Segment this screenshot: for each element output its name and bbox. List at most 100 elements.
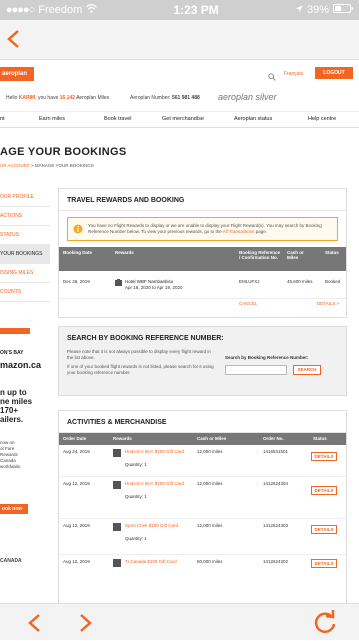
order-details-button[interactable]: DETAILS <box>311 486 337 495</box>
activities-title: ACTIVITIES & MERCHANDISE <box>59 411 346 433</box>
search-booking-card: SEARCH BY BOOKING REFERENCE NUMBER: Plea… <box>58 326 347 396</box>
cancel-link[interactable]: CANCEL <box>239 301 257 306</box>
notice-end: page. <box>255 229 268 234</box>
hello-mid: , you have <box>35 95 59 101</box>
back-chevron-icon[interactable] <box>6 29 20 54</box>
miles-balance: 16,142 <box>59 95 75 101</box>
col-order-no: Order No. <box>263 436 284 441</box>
booking-actions: CANCEL DETAILS > <box>59 299 346 309</box>
travel-rewards-card: TRAVEL REWARDS AND BOOKING You have no F… <box>58 188 347 318</box>
order-item[interactable]: Sport Chek $100 Gift Card <box>125 523 185 528</box>
order-number: 1412624302 <box>263 559 289 564</box>
order-quantity: Quantity: 1 <box>125 536 147 541</box>
travel-table-header: Booking Date Rewards Booking Reference /… <box>59 247 346 271</box>
col-rewards: Rewards <box>115 250 134 255</box>
booking-reference-input[interactable] <box>225 365 287 375</box>
battery-label: 39% <box>306 4 329 16</box>
status-brand: aeroplan silver <box>218 92 277 102</box>
order-date: Aug 24, 2019 <box>63 449 90 454</box>
nav-item-help-centre[interactable]: Help centre <box>308 116 336 122</box>
col-status: Status <box>325 250 339 255</box>
order-row: Aug 24, 2019 Hudson's BAY $100 Gift Card… <box>59 445 346 477</box>
gift-card-icon <box>113 523 121 531</box>
notice-text: You have no Flight Rewards to display or… <box>88 223 322 234</box>
web-page: aeroplan Français LOGOUT Hello KARIM, yo… <box>0 60 359 603</box>
forward-arrow-icon[interactable] <box>79 613 93 638</box>
col-cash-or-miles: Cash or Miles <box>287 250 304 260</box>
order-miles: 12,000 miles <box>197 449 223 454</box>
breadcrumb-separator: > <box>30 163 34 168</box>
order-row: Aug 12, 2019 Hudson's BAY $100 Gift Card… <box>59 477 346 519</box>
search-title: SEARCH BY BOOKING REFERENCE NUMBER: <box>67 335 224 342</box>
search-note-1: Please note that it is not always possib… <box>67 349 211 360</box>
sidebar-item-bookings[interactable]: YOUR BOOKINGS <box>0 245 50 264</box>
booking-row: Dec 26, 2019 Hotel WBF Nambaebisu Apr 16… <box>59 271 346 299</box>
ad-headline-1: n up to <box>0 388 27 397</box>
order-details-button[interactable]: DETAILS <box>311 559 337 568</box>
order-item[interactable]: Hudson's BAY $100 Gift Card <box>125 481 185 486</box>
order-miles: 12,000 miles <box>197 523 223 528</box>
ad-book-now-button[interactable]: ook now <box>0 504 28 514</box>
order-number: 1416531501 <box>263 449 289 454</box>
ad-accent-bar <box>0 328 30 334</box>
breadcrumb-account-link[interactable]: UR ACCOUNT <box>0 163 30 168</box>
nav-item-get-merchandise[interactable]: Get merchandise <box>162 116 204 122</box>
order-details-button[interactable]: DETAILS <box>311 452 337 461</box>
hotel-name: Hotel WBF Nambaebisu <box>125 279 174 284</box>
travel-rewards-title: TRAVEL REWARDS AND BOOKING <box>59 189 346 211</box>
nav-item-book-travel[interactable]: Book travel <box>104 116 132 122</box>
clock-label: 1:23 PM <box>173 3 219 17</box>
breadcrumb-current: MANAGE YOUR BOOKINGS <box>34 163 94 168</box>
back-arrow-icon[interactable] <box>27 613 41 638</box>
search-icon[interactable] <box>268 68 276 86</box>
ad-headline-4: ailers. <box>0 415 24 424</box>
sidebar-item-status[interactable]: STATUS <box>0 226 50 245</box>
aeroplan-logo[interactable]: aeroplan <box>0 67 34 81</box>
col-booking-date: Booking Date <box>63 250 93 255</box>
booking-status: Booked <box>325 279 341 284</box>
booking-date: Dec 26, 2019 <box>63 279 90 284</box>
browser-top-bar <box>0 20 359 60</box>
info-icon <box>73 224 83 236</box>
booking-reference: EMLUFXJ <box>239 279 260 284</box>
sidebar-advertisement[interactable]: ON'S BAY mazon.ca n up to ne miles 170+ … <box>0 328 50 568</box>
order-miles: 50,000 miles <box>197 559 223 564</box>
order-row: Aug 12, 2019 Sport Chek $100 Gift Card Q… <box>59 519 346 555</box>
activities-card: ACTIVITIES & MERCHANDISE Order Date Rewa… <box>58 410 347 603</box>
main-navigation: nt Earn miles Book travel Get merchandis… <box>0 112 359 128</box>
logout-button[interactable]: LOGOUT <box>315 67 353 79</box>
ad-body: now on ot Fare Rewards Canada worldwide. <box>0 440 21 470</box>
order-number: 1412624304 <box>263 481 289 486</box>
browser-bottom-toolbar <box>0 603 359 640</box>
carrier-label: Freedom <box>38 4 83 16</box>
order-miles: 12,000 miles <box>197 481 223 486</box>
status-bar: ●●●●○ Freedom 1:23 PM 39% <box>0 0 359 20</box>
ad-headline-3: 170+ <box>0 406 19 415</box>
search-button[interactable]: SEARCH <box>293 365 321 375</box>
reload-icon[interactable] <box>312 610 338 641</box>
sidebar-item-missing-miles[interactable]: ISSING MILES <box>0 264 50 283</box>
sidebar-item-profile[interactable]: OUR PROFILE <box>0 188 50 207</box>
nav-item-earn-miles[interactable]: Earn miles <box>39 116 65 122</box>
user-name: KARIM <box>18 95 36 101</box>
order-date: Aug 12, 2019 <box>63 559 90 564</box>
hello-suffix: Aeroplan Miles <box>76 95 110 101</box>
col-act-rewards: Rewards <box>113 436 132 441</box>
sidebar-item-accounts[interactable]: COUNTS <box>0 283 50 302</box>
order-item[interactable]: Hudson's BAY $100 Gift Card <box>125 449 185 454</box>
ad-footer: CANADA <box>0 558 22 564</box>
ad-body-5: worldwide. <box>0 464 22 469</box>
nav-item-aeroplan-status[interactable]: Aeroplan status <box>234 116 272 122</box>
nav-item-account[interactable]: nt <box>0 116 5 122</box>
all-transactions-link[interactable]: All Transactions <box>223 229 255 234</box>
ad-amazon-label: mazon.ca <box>0 360 42 370</box>
language-link[interactable]: Français <box>284 71 303 77</box>
order-date: Aug 12, 2019 <box>63 481 90 486</box>
sidebar-item-transactions[interactable]: ACTIONS <box>0 207 50 226</box>
account-sidebar: OUR PROFILE ACTIONS STATUS YOUR BOOKINGS… <box>0 188 50 302</box>
order-item[interactable]: Tr Canada $100 Gift Card <box>125 559 185 564</box>
battery-icon <box>333 4 353 16</box>
details-link[interactable]: DETAILS > <box>317 301 339 306</box>
order-details-button[interactable]: DETAILS <box>311 525 337 534</box>
ad-headline: n up to ne miles 170+ ailers. <box>0 388 32 424</box>
